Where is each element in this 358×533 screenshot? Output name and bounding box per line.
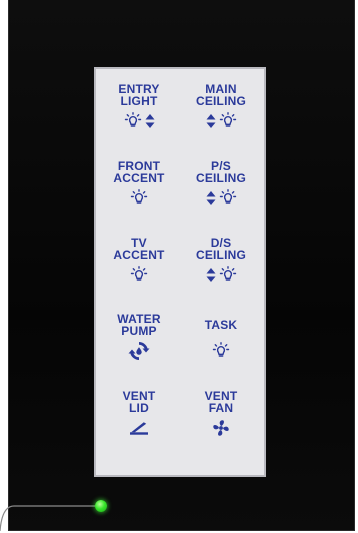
- key-label: VENT LID: [122, 389, 156, 416]
- task-key[interactable]: TASK: [180, 313, 262, 390]
- water-pump-key[interactable]: WATER PUMP: [98, 313, 180, 390]
- key-icons: [206, 265, 237, 284]
- key-label: D/S CEILING: [195, 235, 247, 262]
- key-label: MAIN CEILING: [195, 82, 247, 108]
- dimmer-arrows-icon: [206, 190, 216, 206]
- ds-ceiling-key[interactable]: D/S CEILING: [180, 237, 262, 314]
- dimmer-arrows-icon: [145, 113, 155, 129]
- keypad-screen: ENTRY LIGHT MAIN CEILING FRONT ACCENT P/…: [0, 0, 358, 533]
- key-label: WATER PUMP: [117, 312, 161, 339]
- keypad-grid: ENTRY LIGHT MAIN CEILING FRONT ACCENT P/…: [96, 69, 264, 475]
- key-icons: [206, 188, 237, 207]
- tv-accent-key[interactable]: TV ACCENT: [98, 237, 180, 314]
- vent-fan-key[interactable]: VENT FAN: [180, 390, 262, 467]
- water-pump-icon: [128, 341, 150, 361]
- dimmer-arrows-icon: [206, 113, 216, 129]
- keypad-panel: ENTRY LIGHT MAIN CEILING FRONT ACCENT P/…: [94, 67, 266, 477]
- front-accent-key[interactable]: FRONT ACCENT: [98, 160, 180, 237]
- bulb-icon: [130, 188, 148, 207]
- bulb-icon: [130, 265, 148, 284]
- fan-icon: [212, 419, 230, 437]
- key-icons: [212, 342, 230, 360]
- key-label: TV ACCENT: [113, 235, 165, 262]
- key-label: ENTRY LIGHT: [118, 82, 160, 108]
- key-icons: [212, 419, 230, 437]
- bulb-icon: [212, 342, 230, 360]
- key-label: VENT FAN: [204, 389, 238, 416]
- dimmer-arrows-icon: [206, 267, 216, 283]
- key-label: FRONT ACCENT: [113, 158, 165, 185]
- bulb-icon: [219, 188, 237, 207]
- key-icons: [206, 112, 237, 130]
- leader-line: [0, 505, 96, 532]
- key-icons: [124, 112, 155, 130]
- key-icons: [130, 188, 148, 207]
- ps-ceiling-key[interactable]: P/S CEILING: [180, 160, 262, 237]
- vent-lid-icon: [128, 420, 150, 436]
- key-label: TASK: [204, 318, 238, 333]
- bulb-icon: [219, 265, 237, 284]
- key-icons: [130, 265, 148, 284]
- entry-light-key[interactable]: ENTRY LIGHT: [98, 83, 180, 160]
- main-ceiling-key[interactable]: MAIN CEILING: [180, 83, 262, 160]
- vent-lid-key[interactable]: VENT LID: [98, 390, 180, 467]
- key-icons: [128, 419, 150, 437]
- bulb-icon: [219, 112, 237, 130]
- bulb-icon: [124, 112, 142, 130]
- key-icons: [128, 341, 150, 361]
- status-led: [95, 500, 107, 512]
- key-label: P/S CEILING: [195, 158, 247, 185]
